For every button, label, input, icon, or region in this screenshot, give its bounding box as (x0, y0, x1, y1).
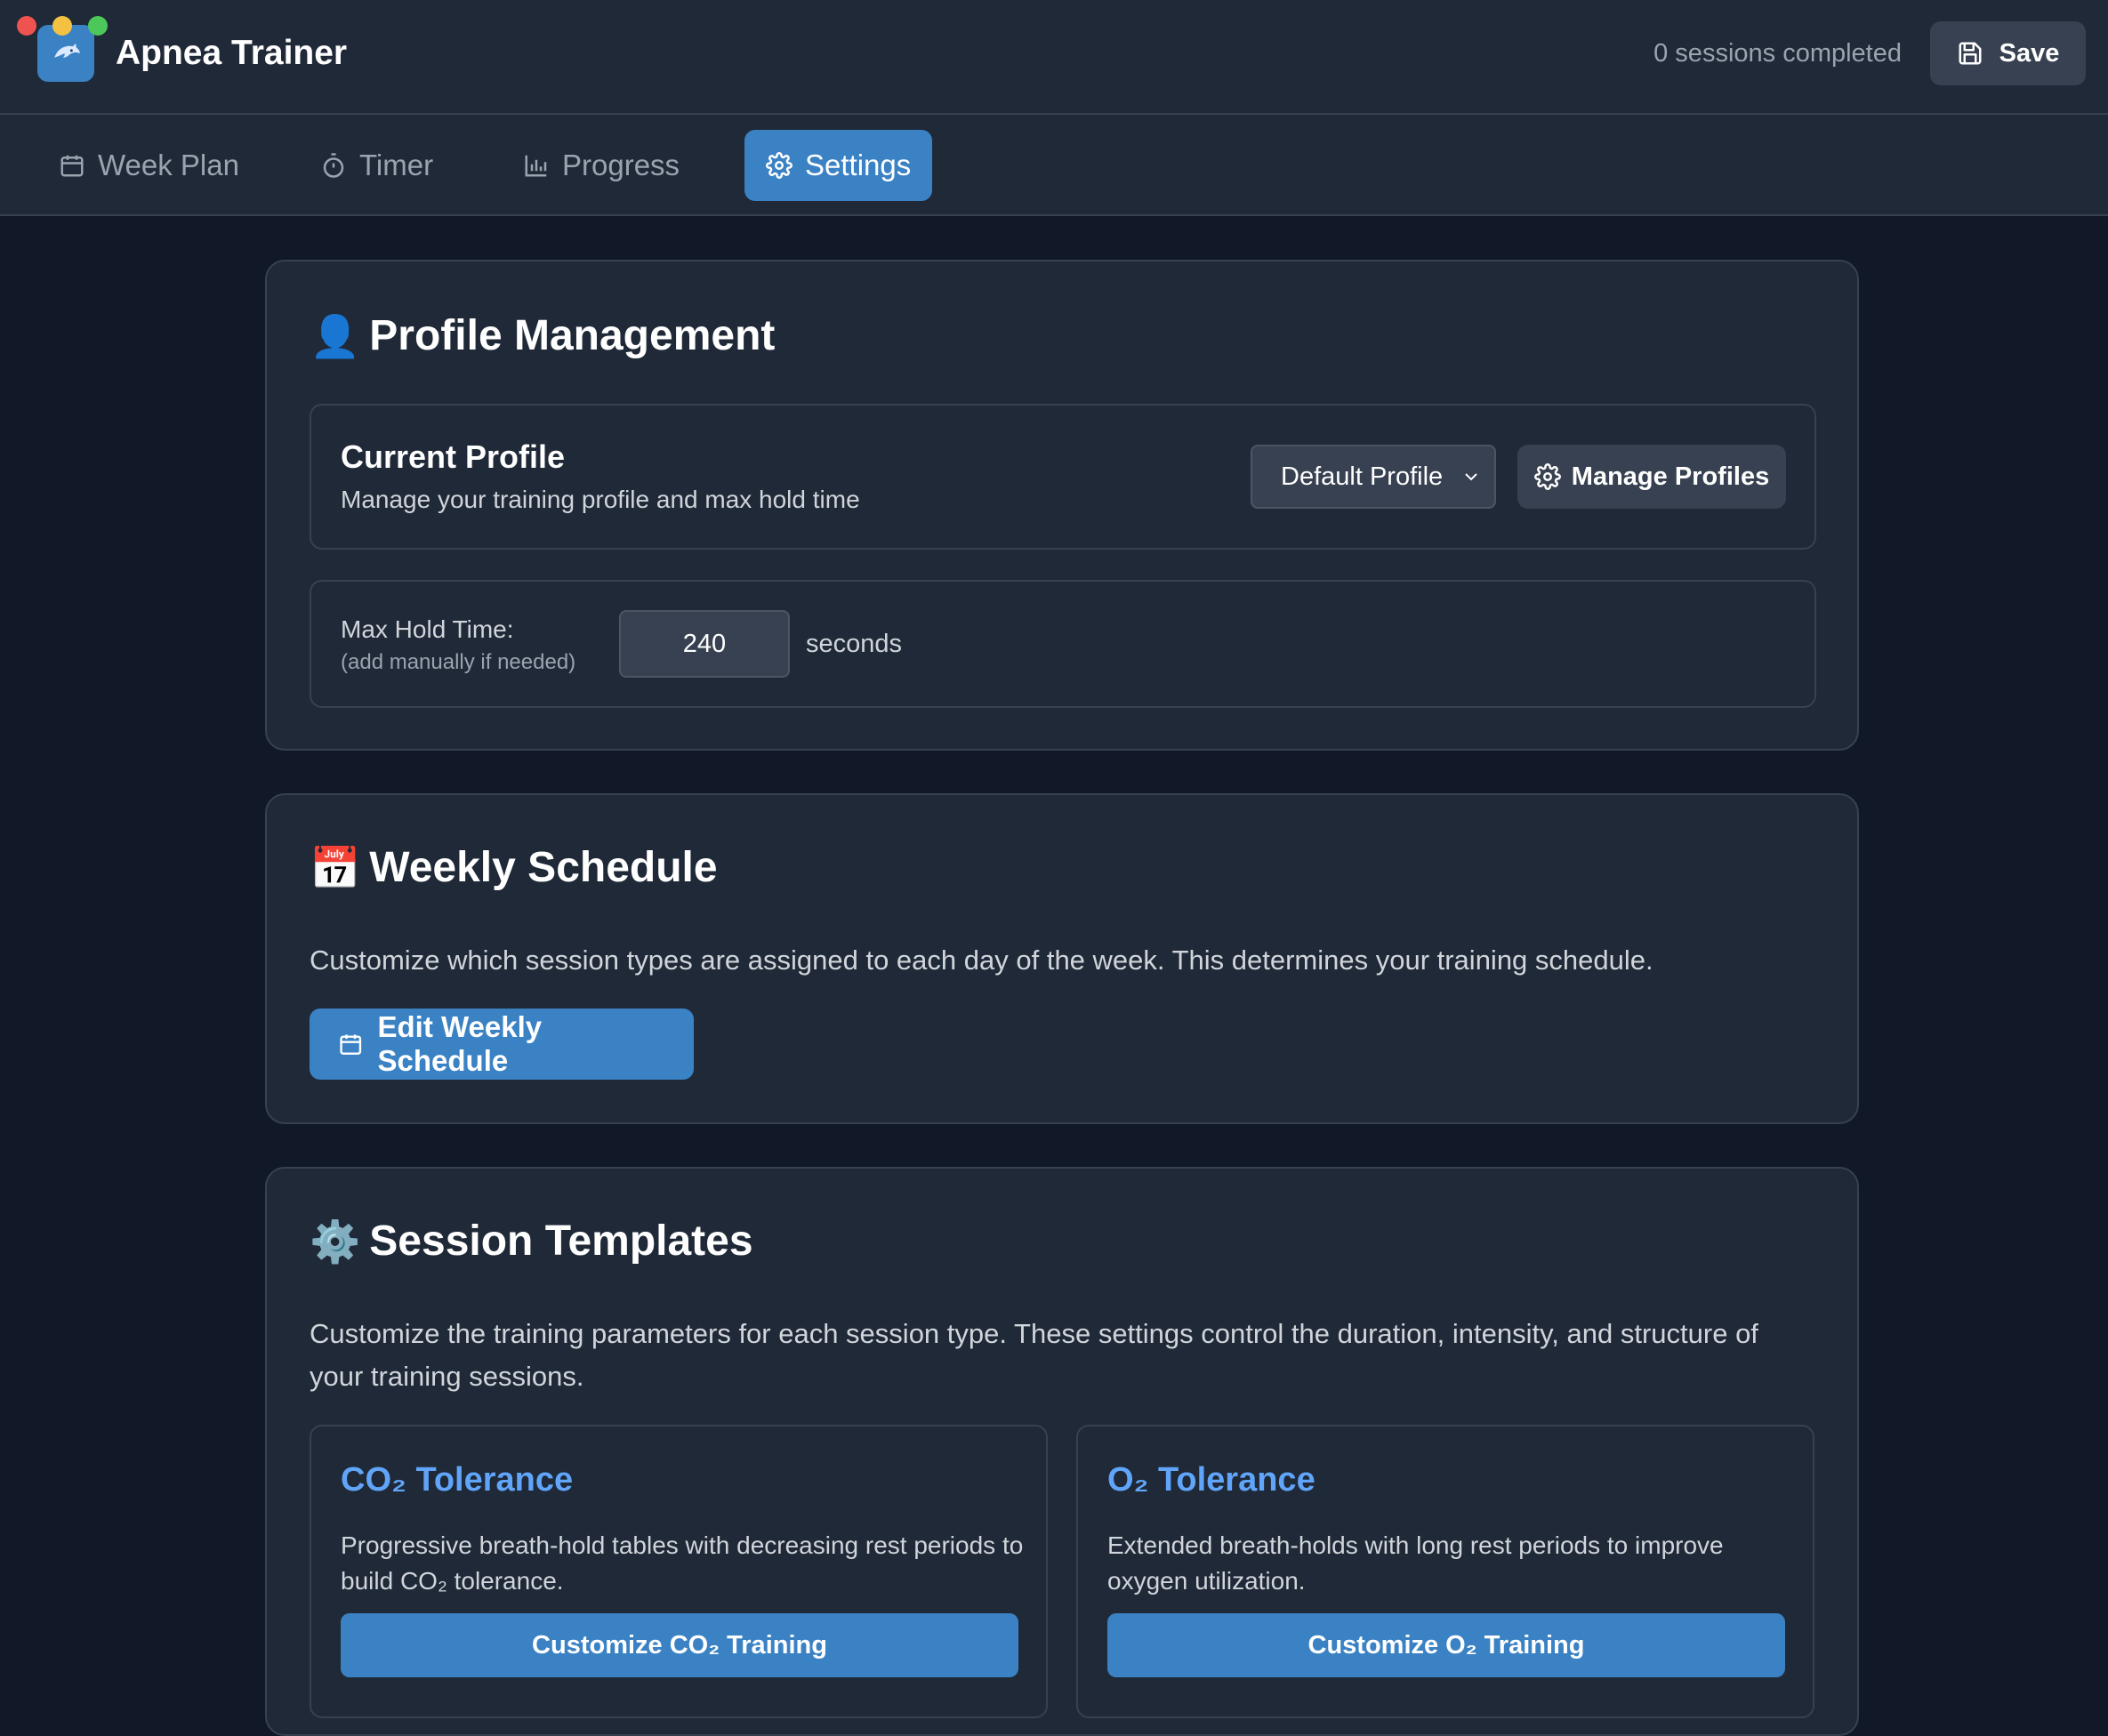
max-hold-hint: (add manually if needed) (341, 650, 576, 674)
manage-profiles-label: Manage Profiles (1571, 462, 1770, 491)
max-hold-unit: seconds (806, 630, 903, 658)
max-hold-box: Max Hold Time: (add manually if needed) … (310, 580, 1816, 708)
tab-week-plan-label: Week Plan (98, 149, 239, 181)
current-profile-subtitle: Manage your training profile and max hol… (341, 486, 860, 513)
weekly-schedule-heading: Weekly Schedule (369, 844, 718, 891)
bar-chart-icon (525, 155, 547, 177)
profile-icon: 👤 (310, 313, 361, 359)
session-templates-card: ⚙️ Session Templates Customize the train… (265, 1167, 1859, 1736)
profile-management-heading: Profile Management (369, 312, 776, 359)
tab-progress[interactable]: Progress (502, 130, 701, 201)
co2-template-description: Progressive breath-hold tables with decr… (341, 1531, 1024, 1595)
chevron-down-icon (1465, 473, 1477, 481)
profile-select[interactable]: Default Profile (1251, 445, 1496, 509)
current-profile-box: Current Profile Manage your training pro… (310, 404, 1816, 550)
calendar-icon (60, 155, 84, 177)
tab-bar: Week Plan Timer Progress Settings (0, 115, 2108, 216)
save-icon (1959, 42, 1982, 65)
edit-weekly-schedule-label: Edit Weekly Schedule (377, 1010, 543, 1077)
tab-week-plan[interactable]: Week Plan (37, 130, 261, 201)
max-hold-label: Max Hold Time: (341, 615, 514, 643)
window-close-button[interactable] (17, 16, 36, 36)
tab-timer[interactable]: Timer (299, 130, 455, 201)
tab-progress-label: Progress (562, 149, 680, 181)
stopwatch-icon (323, 153, 344, 178)
calendar-emoji-icon: 📅 (310, 845, 361, 891)
o2-template-description: Extended breath-holds with long rest per… (1107, 1531, 1724, 1595)
co2-template-card: CO₂ Tolerance Progressive breath-hold ta… (310, 1425, 1048, 1718)
dolphin-icon (54, 43, 80, 58)
sessions-completed-count: 0 sessions completed (1653, 39, 1902, 68)
session-templates-heading: Session Templates (369, 1218, 753, 1265)
window-controls (17, 16, 108, 36)
gear-icon (1533, 463, 1561, 490)
o2-template-card: O₂ Tolerance Extended breath-holds with … (1076, 1425, 1814, 1718)
weekly-schedule-title: 📅 Weekly Schedule (310, 841, 718, 895)
calendar-icon (340, 1034, 362, 1055)
session-templates-description: Customize the training parameters for ea… (310, 1318, 1758, 1392)
customize-o2-button[interactable]: Customize O₂ Training (1107, 1613, 1785, 1677)
save-button[interactable]: Save (1930, 21, 2086, 85)
customize-co2-button[interactable]: Customize CO₂ Training (341, 1613, 1018, 1677)
co2-template-title: CO₂ Tolerance (341, 1461, 574, 1499)
max-hold-input[interactable] (619, 610, 790, 678)
weekly-schedule-card: 📅 Weekly Schedule Customize which sessio… (265, 793, 1859, 1124)
window-maximize-button[interactable] (88, 16, 108, 36)
window-minimize-button[interactable] (52, 16, 72, 36)
weekly-schedule-description: Customize which session types are assign… (310, 944, 1653, 976)
session-templates-title: ⚙️ Session Templates (310, 1215, 753, 1268)
tab-settings-label: Settings (805, 149, 912, 181)
o2-template-title: O₂ Tolerance (1107, 1461, 1315, 1499)
save-button-label: Save (1999, 38, 2060, 68)
profile-management-card: 👤 Profile Management Current Profile Man… (265, 260, 1859, 751)
current-profile-title: Current Profile (341, 438, 566, 475)
app-title: Apnea Trainer (116, 34, 348, 72)
manage-profiles-button[interactable]: Manage Profiles (1517, 445, 1786, 509)
profile-select-value: Default Profile (1281, 462, 1444, 491)
tab-timer-label: Timer (359, 149, 434, 181)
app-header: Apnea Trainer 0 sessions completed Save (0, 0, 2108, 115)
tab-settings[interactable]: Settings (744, 130, 933, 201)
edit-weekly-schedule-button[interactable]: Edit Weekly Schedule (310, 1009, 694, 1080)
gear-emoji-icon: ⚙️ (310, 1218, 361, 1265)
gear-icon (766, 152, 793, 179)
profile-management-title: 👤 Profile Management (310, 309, 775, 363)
